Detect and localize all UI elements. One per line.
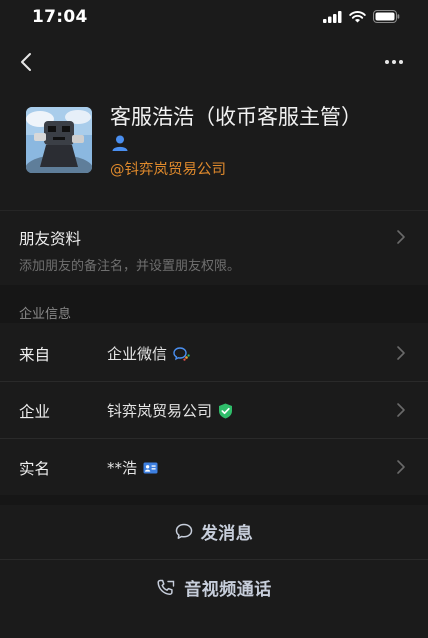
- status-bar: 17:04: [0, 0, 428, 36]
- person-icon: [112, 135, 128, 151]
- company-value: 钭弈岚贸易公司: [107, 402, 213, 420]
- cellular-signal-icon: [323, 10, 342, 23]
- friend-info-row[interactable]: 朋友资料 添加朋友的备注名，并设置朋友权限。: [0, 211, 428, 285]
- avatar[interactable]: [26, 107, 92, 173]
- friend-info-title: 朋友资料: [19, 230, 82, 248]
- info-row-realname[interactable]: 实名 **浩: [0, 438, 428, 495]
- chevron-right-icon: [397, 403, 405, 417]
- chevron-left-icon: [21, 53, 31, 71]
- wifi-icon: [349, 10, 366, 22]
- company-link[interactable]: @钭弈岚贸易公司: [110, 158, 226, 179]
- profile-name: 客服浩浩（收币客服主管）: [110, 105, 362, 129]
- info-row-value: 钭弈岚贸易公司: [107, 400, 233, 421]
- chevron-right-icon: [397, 346, 405, 360]
- info-row-label: 来自: [19, 346, 51, 364]
- info-row-source[interactable]: 来自 企业微信: [0, 324, 428, 381]
- av-call-button[interactable]: 音视频通话: [0, 560, 428, 615]
- info-row-value: 企业微信: [107, 343, 190, 364]
- realname-value: **浩: [107, 459, 138, 477]
- message-bubble-icon: [175, 523, 192, 539]
- back-button[interactable]: [12, 48, 40, 76]
- friend-info-subtitle: 添加朋友的备注名，并设置朋友权限。: [19, 259, 241, 274]
- status-time: 17:04: [32, 7, 88, 27]
- info-row-value: **浩: [107, 457, 158, 478]
- av-call-label: 音视频通话: [184, 580, 272, 600]
- verified-shield-icon: [219, 403, 233, 418]
- id-card-icon: [143, 462, 158, 473]
- send-message-label: 发消息: [200, 524, 254, 544]
- status-icons: [323, 10, 400, 23]
- info-row-label: 实名: [19, 460, 51, 478]
- phone-video-icon: [157, 579, 175, 595]
- chevron-right-icon: [397, 460, 405, 474]
- avatar-image: [26, 107, 92, 173]
- source-value: 企业微信: [107, 345, 168, 363]
- info-row-label: 企业: [19, 403, 51, 421]
- battery-icon: [373, 10, 400, 23]
- info-row-company[interactable]: 企业 钭弈岚贸易公司: [0, 381, 428, 438]
- enterprise-section-label: 企业信息: [19, 307, 72, 322]
- wecom-icon: [173, 346, 190, 361]
- send-message-button[interactable]: 发消息: [0, 504, 428, 559]
- chevron-right-icon: [397, 230, 405, 244]
- more-dots-icon: [385, 60, 403, 64]
- contact-profile-screen: 17:04 客服浩浩（收币客服主管） @钭弈岚贸易公司 朋友资料 添加朋友的备注…: [0, 0, 428, 638]
- more-options-button[interactable]: [380, 50, 408, 74]
